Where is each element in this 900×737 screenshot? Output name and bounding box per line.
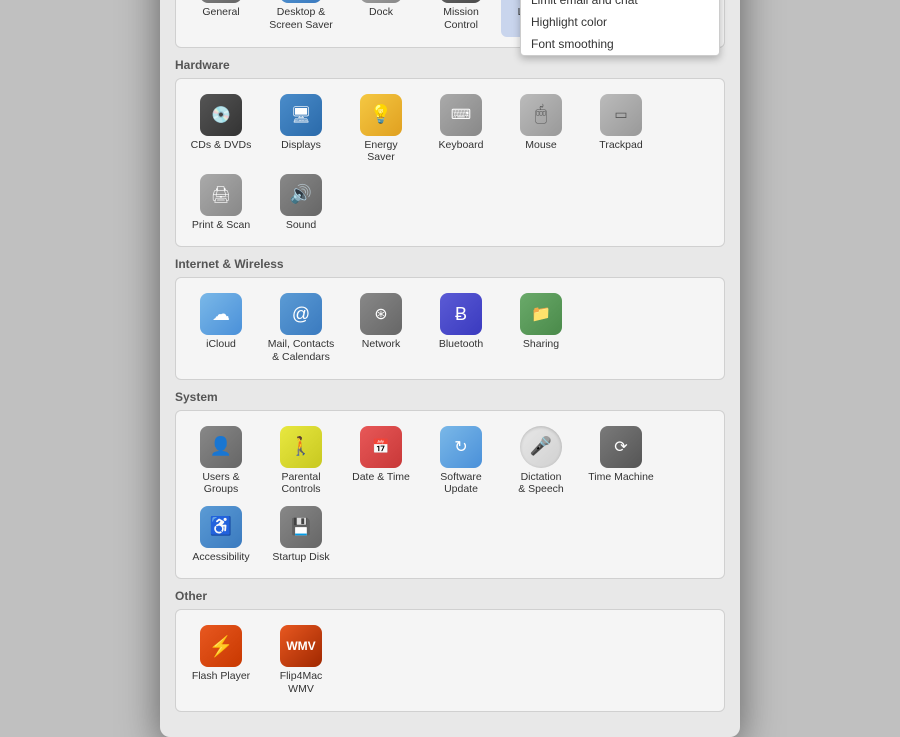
sound-icon: 🔊	[280, 174, 322, 216]
parental-icon: 🚶	[280, 426, 322, 468]
pref-label-cds: CDs & DVDs	[191, 139, 252, 152]
dropdown-item-font-smoothing[interactable]: Font smoothing	[521, 33, 719, 55]
pref-item-cds[interactable]: 💿 CDs & DVDs	[181, 89, 261, 169]
dropdown-item-limit-email[interactable]: Limit email and chat	[521, 0, 719, 11]
pref-item-date[interactable]: 📅 Date & Time	[341, 421, 421, 501]
pref-item-timemachine[interactable]: ⟳ Time Machine	[581, 421, 661, 501]
pref-item-sharing[interactable]: 📁 Sharing	[501, 288, 581, 368]
pref-item-trackpad[interactable]: ▭ Trackpad	[581, 89, 661, 169]
desktop-icon: 🖥	[280, 0, 322, 3]
pref-item-mouse[interactable]: 🖱 Mouse	[501, 89, 581, 169]
pref-item-dictation[interactable]: 🎤 Dictation& Speech	[501, 421, 581, 501]
section-title-internet: Internet & Wireless	[175, 257, 725, 271]
pref-label-sound: Sound	[286, 219, 316, 232]
bluetooth-icon: Ƀ	[440, 293, 482, 335]
pref-item-general[interactable]: 🗒 General	[181, 0, 261, 37]
displays-icon: 🖥	[280, 94, 322, 136]
pref-label-mail: Mail, Contacts& Calendars	[268, 338, 335, 363]
pref-item-startup[interactable]: 💾 Startup Disk	[261, 501, 341, 569]
pref-item-accessibility[interactable]: ♿ Accessibility	[181, 501, 261, 569]
pref-label-dock: Dock	[369, 6, 393, 19]
pref-label-displays: Displays	[281, 139, 321, 152]
pref-label-flip4mac: Flip4MacWMV	[280, 670, 323, 695]
section-items-other: ⚡ Flash Player WMV Flip4MacWMV	[175, 609, 725, 711]
accessibility-icon: ♿	[200, 506, 242, 548]
pref-label-mission: MissionControl	[443, 6, 479, 31]
section-internet: Internet & Wireless ☁ iCloud @ Mail, Con…	[175, 257, 725, 379]
pref-item-sound[interactable]: 🔊 Sound	[261, 169, 341, 237]
cds-icon: 💿	[200, 94, 242, 136]
pref-item-parental[interactable]: 🚶 ParentalControls	[261, 421, 341, 501]
software-icon: ↻	[440, 426, 482, 468]
pref-item-flash[interactable]: ⚡ Flash Player	[181, 620, 261, 700]
pref-item-users[interactable]: 👤 Users &Groups	[181, 421, 261, 501]
energy-icon: 💡	[360, 94, 402, 136]
search-dropdown: Text-to-Speech Symbol and text substitut…	[520, 0, 720, 56]
pref-item-displays[interactable]: 🖥 Displays	[261, 89, 341, 169]
icloud-icon: ☁	[200, 293, 242, 335]
mouse-icon: 🖱	[520, 94, 562, 136]
keyboard-icon: ⌨	[440, 94, 482, 136]
pref-label-icloud: iCloud	[206, 338, 236, 351]
trackpad-icon: ▭	[600, 94, 642, 136]
startup-icon: 💾	[280, 506, 322, 548]
system-preferences-window: System Preferences ◀ ▶ Show All ✕ Text-t…	[160, 0, 740, 737]
pref-item-bluetooth[interactable]: Ƀ Bluetooth	[421, 288, 501, 368]
pref-item-dock[interactable]: ▬ Dock	[341, 0, 421, 37]
pref-item-icloud[interactable]: ☁ iCloud	[181, 288, 261, 368]
section-other: Other ⚡ Flash Player WMV Flip4MacWMV	[175, 589, 725, 711]
pref-item-energy[interactable]: 💡 EnergySaver	[341, 89, 421, 169]
pref-item-flip4mac[interactable]: WMV Flip4MacWMV	[261, 620, 341, 700]
pref-label-desktop: Desktop &Screen Saver	[269, 6, 333, 31]
dropdown-item-highlight-color[interactable]: Highlight color	[521, 11, 719, 33]
pref-label-network: Network	[362, 338, 401, 351]
pref-label-startup: Startup Disk	[272, 551, 329, 564]
mission-icon: ⊞	[440, 0, 482, 3]
pref-label-users: Users &Groups	[202, 471, 239, 496]
pref-label-general: General	[202, 6, 239, 19]
pref-label-flash: Flash Player	[192, 670, 250, 683]
section-items-system: 👤 Users &Groups 🚶 ParentalControls 📅 Dat…	[175, 410, 725, 580]
network-icon: ⊛	[360, 293, 402, 335]
flash-icon: ⚡	[200, 625, 242, 667]
users-icon: 👤	[200, 426, 242, 468]
pref-item-print[interactable]: 🖨 Print & Scan	[181, 169, 261, 237]
section-items-hardware: 💿 CDs & DVDs 🖥 Displays 💡 EnergySaver ⌨ …	[175, 78, 725, 248]
pref-label-sharing: Sharing	[523, 338, 559, 351]
pref-item-network[interactable]: ⊛ Network	[341, 288, 421, 368]
pref-label-keyboard: Keyboard	[439, 139, 484, 152]
date-icon: 📅	[360, 426, 402, 468]
section-system: System 👤 Users &Groups 🚶 ParentalControl…	[175, 390, 725, 580]
pref-label-trackpad: Trackpad	[599, 139, 642, 152]
pref-label-dictation: Dictation& Speech	[518, 471, 564, 496]
pref-label-software: SoftwareUpdate	[440, 471, 481, 496]
section-title-hardware: Hardware	[175, 58, 725, 72]
pref-label-bluetooth: Bluetooth	[439, 338, 483, 351]
print-icon: 🖨	[200, 174, 242, 216]
content-area: Personal 🗒 General 🖥 Desktop &Screen Sav…	[160, 0, 740, 737]
pref-label-print: Print & Scan	[192, 219, 250, 232]
dictation-icon: 🎤	[520, 426, 562, 468]
dock-icon: ▬	[360, 0, 402, 3]
flip4mac-icon: WMV	[280, 625, 322, 667]
pref-item-mail[interactable]: @ Mail, Contacts& Calendars	[261, 288, 341, 368]
pref-label-parental: ParentalControls	[281, 471, 320, 496]
pref-item-keyboard[interactable]: ⌨ Keyboard	[421, 89, 501, 169]
timemachine-icon: ⟳	[600, 426, 642, 468]
section-hardware: Hardware 💿 CDs & DVDs 🖥 Displays 💡 Energ…	[175, 58, 725, 248]
sharing-icon: 📁	[520, 293, 562, 335]
pref-item-desktop[interactable]: 🖥 Desktop &Screen Saver	[261, 0, 341, 37]
pref-label-energy: EnergySaver	[364, 139, 397, 164]
section-title-other: Other	[175, 589, 725, 603]
pref-item-software[interactable]: ↻ SoftwareUpdate	[421, 421, 501, 501]
section-title-system: System	[175, 390, 725, 404]
section-items-internet: ☁ iCloud @ Mail, Contacts& Calendars ⊛ N…	[175, 277, 725, 379]
pref-label-date: Date & Time	[352, 471, 410, 484]
pref-item-mission[interactable]: ⊞ MissionControl	[421, 0, 501, 37]
general-icon: 🗒	[200, 0, 242, 3]
pref-label-accessibility: Accessibility	[192, 551, 249, 564]
mail-icon: @	[280, 293, 322, 335]
pref-label-mouse: Mouse	[525, 139, 557, 152]
pref-label-timemachine: Time Machine	[588, 471, 654, 484]
